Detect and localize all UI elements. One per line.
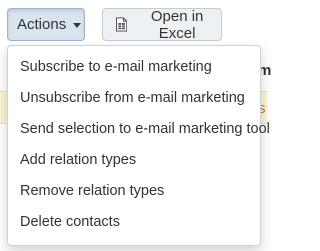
menu-item-delete-contacts[interactable]: Delete contacts (8, 207, 260, 238)
menu-item-send-to-email-marketing-tool[interactable]: Send selection to e-mail marketing tool (8, 114, 270, 145)
actions-button-label: Actions (17, 16, 67, 33)
open-in-excel-label: Open in Excel (150, 7, 204, 42)
menu-item-remove-relation-types[interactable]: Remove relation types (8, 176, 260, 207)
menu-item-unsubscribe-email-marketing[interactable]: Unsubscribe from e-mail marketing (8, 83, 260, 114)
actions-dropdown-menu: Subscribe to e-mail marketing Unsubscrib… (7, 45, 270, 246)
toolbar: Actions Open in Excel (0, 0, 267, 50)
menu-item-subscribe-email-marketing[interactable]: Subscribe to e-mail marketing (8, 52, 260, 83)
menu-item-add-relation-types[interactable]: Add relation types (8, 145, 260, 176)
caret-down-icon (73, 23, 82, 28)
actions-dropdown-button[interactable]: Actions (7, 8, 85, 41)
open-in-excel-button[interactable]: Open in Excel (102, 7, 222, 42)
spreadsheet-file-icon (116, 17, 128, 32)
